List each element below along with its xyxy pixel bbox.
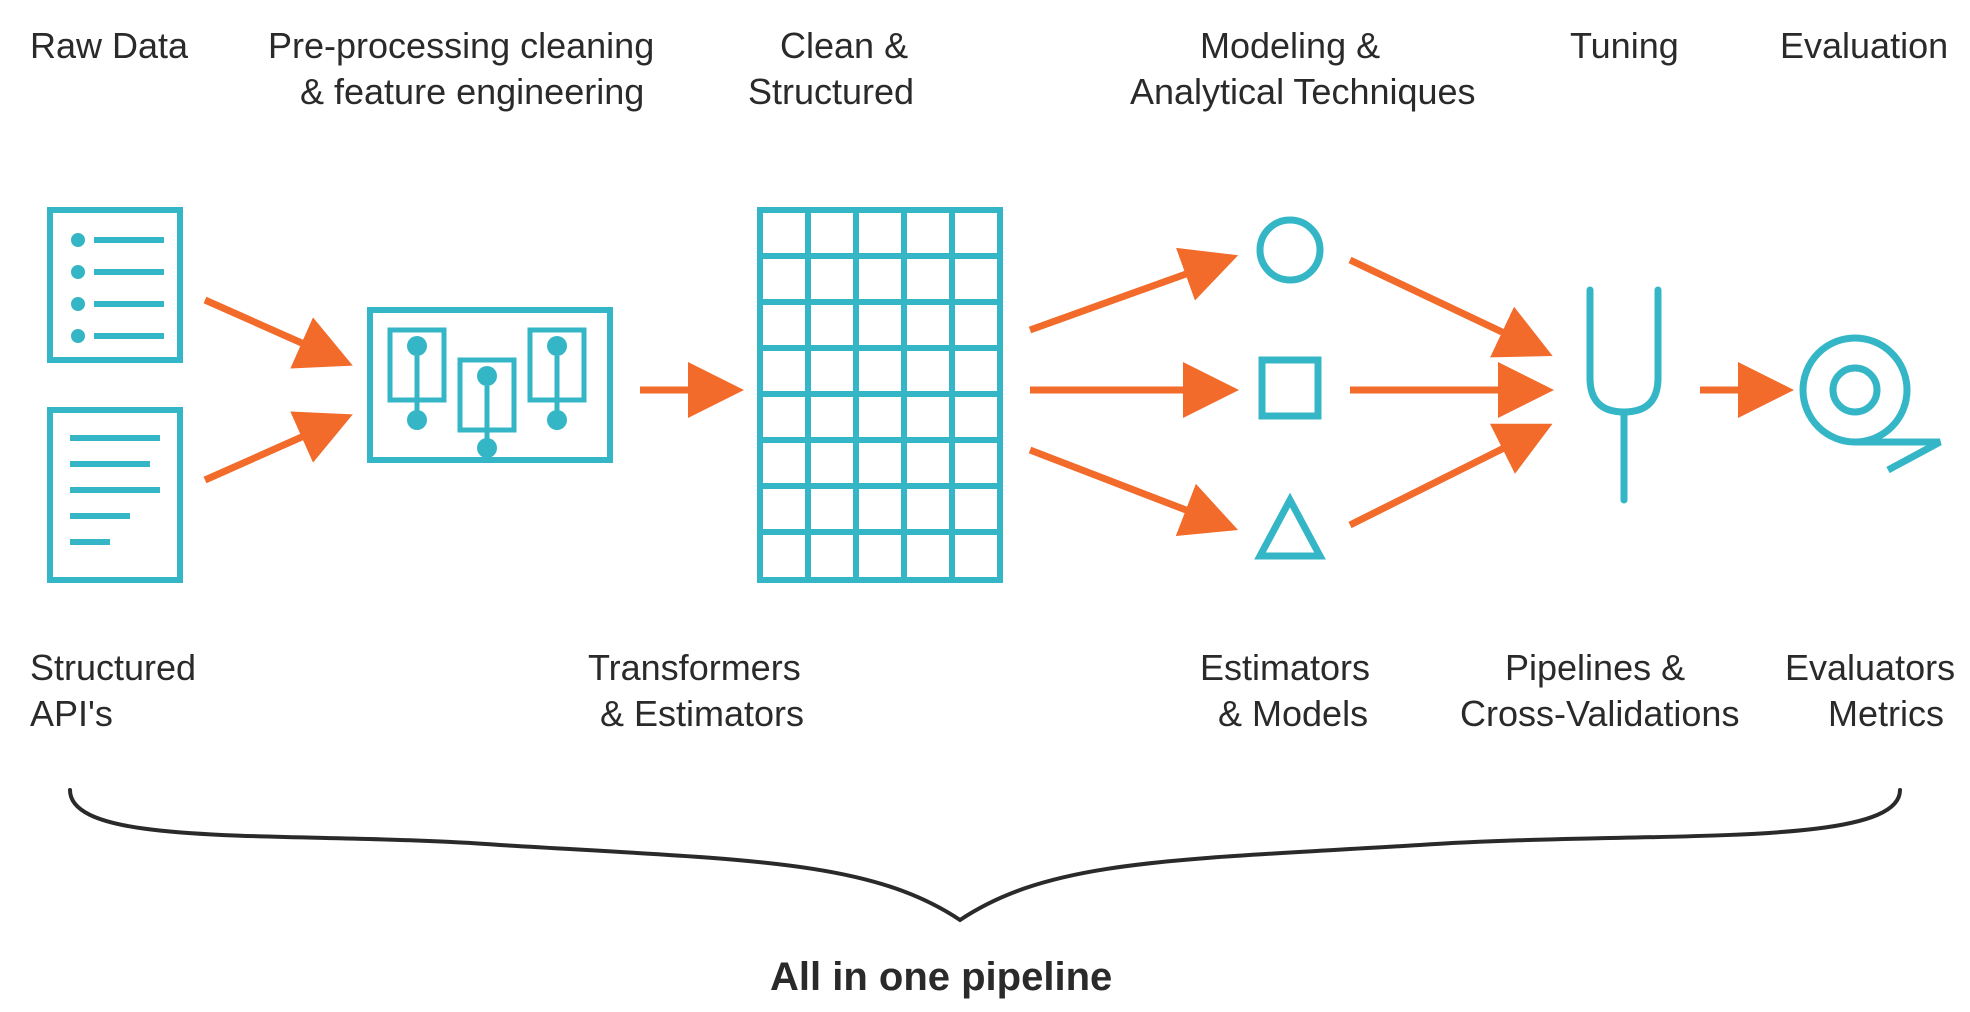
bottom-transformers-1: Transformers: [588, 647, 801, 688]
label-tuning: Tuning: [1570, 25, 1679, 66]
label-modeling-2: Analytical Techniques: [1130, 71, 1476, 112]
bottom-evaluators-2: Metrics: [1828, 693, 1944, 734]
arrow-raw-top: [205, 300, 340, 360]
label-preprocessing-1: Pre-processing cleaning: [268, 25, 654, 66]
label-raw-data: Raw Data: [30, 25, 189, 66]
bottom-estimators-1: Estimators: [1200, 647, 1370, 688]
footer-label: All in one pipeline: [770, 955, 1112, 999]
pipeline-diagram: Raw Data Pre-processing cleaning & featu…: [0, 0, 1970, 1012]
bottom-estimators-2: & Models: [1218, 693, 1368, 734]
bottom-structured-2: API's: [30, 693, 113, 734]
structured-grid-icon: [760, 210, 1000, 580]
arrow-triangle-tuning: [1350, 430, 1540, 525]
raw-data-icon: [50, 210, 180, 580]
label-clean-2: Structured: [748, 71, 914, 112]
bottom-structured-1: Structured: [30, 647, 196, 688]
bottom-pipelines-2: Cross-Validations: [1460, 693, 1739, 734]
diagram-svg: Raw Data Pre-processing cleaning & featu…: [0, 0, 1970, 1012]
arrow-raw-bottom: [205, 420, 340, 480]
arrow-grid-circle: [1030, 260, 1225, 330]
label-preprocessing-2: & feature engineering: [300, 71, 644, 112]
bottom-pipelines-1: Pipelines &: [1505, 647, 1685, 688]
bottom-evaluators-1: Evaluators: [1785, 647, 1955, 688]
label-modeling-1: Modeling &: [1200, 25, 1380, 66]
label-evaluation: Evaluation: [1780, 25, 1948, 66]
bottom-transformers-2: & Estimators: [600, 693, 804, 734]
tuning-fork-icon: [1590, 290, 1658, 500]
arrow-circle-tuning: [1350, 260, 1540, 350]
label-clean-1: Clean &: [780, 25, 908, 66]
modeling-shapes-icon: [1260, 220, 1320, 556]
preprocessing-icon: [370, 310, 610, 460]
arrow-grid-triangle: [1030, 450, 1225, 525]
curly-brace: [70, 790, 1900, 920]
evaluation-tape-icon: [1803, 338, 1940, 470]
